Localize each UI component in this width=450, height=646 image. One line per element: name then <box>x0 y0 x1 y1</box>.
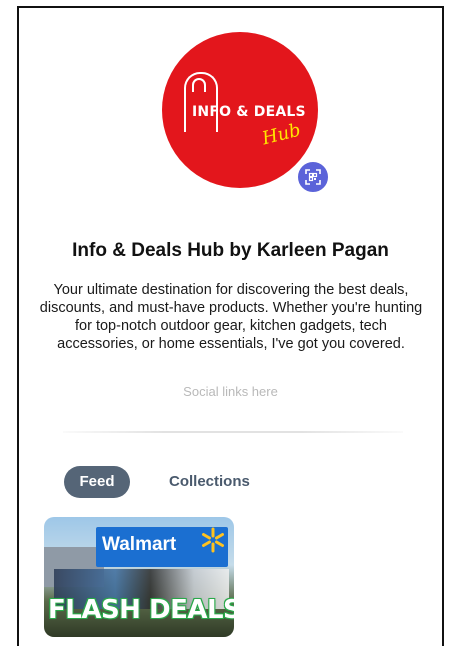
profile-page: INFO & DEALS Hub Info & Deals Hub by Kar… <box>17 6 444 646</box>
walmart-spark-icon <box>202 527 224 553</box>
logo-main-text: INFO & DEALS <box>192 104 306 120</box>
bag-handle-icon <box>192 78 206 92</box>
tab-feed[interactable]: Feed <box>64 466 130 498</box>
feed-card-headline: FLASH DEALS <box>48 595 234 625</box>
profile-bio: Your ultimate destination for discoverin… <box>39 282 423 352</box>
qr-scan-icon <box>305 169 321 185</box>
profile-name: Info & Deals Hub by Karleen Pagan <box>72 240 389 261</box>
avatar[interactable]: INFO & DEALS Hub <box>162 32 318 188</box>
social-links-placeholder[interactable]: Social links here <box>19 384 442 399</box>
walmart-brand-text: Walmart <box>102 534 177 555</box>
logo-script-text: Hub <box>260 119 303 150</box>
avatar-container: INFO & DEALS Hub <box>162 32 331 195</box>
section-divider <box>63 431 403 433</box>
tab-collections[interactable]: Collections <box>169 466 250 498</box>
qr-code-button[interactable] <box>295 159 331 195</box>
feed-card[interactable]: Walmart FLASH DEALS <box>44 517 234 637</box>
